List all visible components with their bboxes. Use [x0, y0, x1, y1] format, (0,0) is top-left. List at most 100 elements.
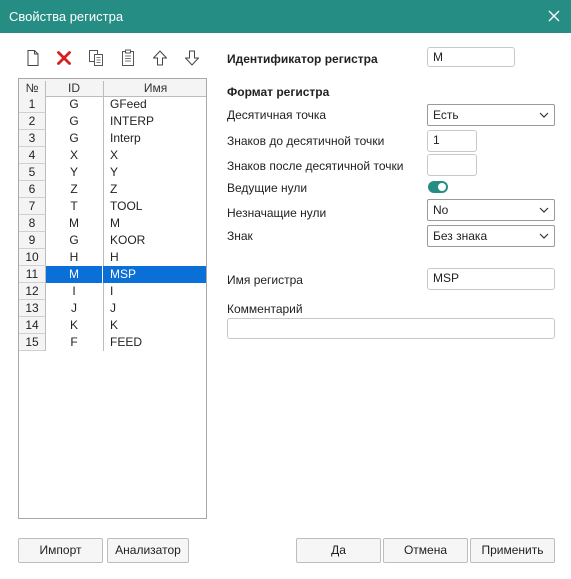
row-number: 2 — [19, 113, 46, 130]
row-number: 10 — [19, 249, 46, 266]
row-id: F — [70, 335, 78, 349]
row-number: 8 — [19, 215, 46, 232]
row-id: G — [69, 97, 79, 111]
row-name: J — [103, 300, 206, 317]
row-name: I — [103, 283, 206, 300]
column-header-id: ID — [68, 81, 80, 95]
table-row[interactable]: 10 H H — [19, 249, 206, 266]
row-name: TOOL — [103, 198, 206, 215]
row-number: 11 — [19, 266, 46, 283]
row-id: M — [46, 266, 102, 283]
row-number: 15 — [19, 334, 46, 351]
identifier-field[interactable]: M — [427, 47, 515, 67]
import-button[interactable]: Импорт — [18, 538, 103, 563]
register-table[interactable]: № ID Имя 1 G GFeed 2 G INTERP 3 G Interp 4 X X 5 Y Y 6 Z… — [18, 78, 207, 519]
leading-zeros-toggle[interactable] — [428, 181, 448, 193]
table-row[interactable]: 13 J J — [19, 300, 206, 317]
row-id: J — [71, 301, 77, 315]
format-heading: Формат регистра — [227, 85, 330, 99]
row-number: 12 — [19, 283, 46, 300]
chevron-down-icon — [539, 233, 549, 239]
table-row[interactable]: 12 I I — [19, 283, 206, 300]
register-name-field[interactable]: MSP — [427, 268, 555, 290]
row-name: H — [103, 249, 206, 266]
decimal-point-label: Десятичная точка — [227, 108, 327, 122]
row-number: 1 — [19, 96, 46, 113]
table-row[interactable]: 14 K K — [19, 317, 206, 334]
register-name-label: Имя регистра — [227, 273, 303, 287]
row-name: FEED — [103, 334, 206, 351]
row-name: Z — [103, 181, 206, 198]
row-id: G — [69, 233, 79, 247]
decimal-point-select[interactable]: Есть — [427, 104, 555, 126]
table-row[interactable]: 1 G GFeed — [19, 96, 206, 113]
row-name: X — [103, 147, 206, 164]
row-number: 14 — [19, 317, 46, 334]
row-name: Interp — [103, 130, 206, 147]
row-id: I — [72, 284, 76, 298]
column-header-name: Имя — [103, 81, 207, 96]
row-id: X — [69, 148, 78, 162]
comment-label: Комментарий — [227, 302, 303, 316]
row-id: H — [69, 250, 79, 264]
row-number: 13 — [19, 300, 46, 317]
digits-after-field[interactable] — [427, 154, 477, 176]
comment-field[interactable] — [227, 318, 555, 339]
table-row[interactable]: 9 G KOOR — [19, 232, 206, 249]
analyzer-button[interactable]: Анализатор — [107, 538, 189, 563]
table-row[interactable]: 7 T TOOL — [19, 198, 206, 215]
table-row[interactable]: 15 F FEED — [19, 334, 206, 351]
row-number: 6 — [19, 181, 46, 198]
new-document-icon[interactable] — [23, 48, 43, 68]
row-id: M — [69, 216, 79, 230]
ok-button[interactable]: Да — [296, 538, 381, 563]
row-number: 5 — [19, 164, 46, 181]
copy-icon[interactable] — [86, 48, 106, 68]
move-down-icon[interactable] — [182, 48, 202, 68]
cancel-button[interactable]: Отмена — [383, 538, 468, 563]
window-title: Свойства регистра — [9, 9, 124, 24]
row-number: 7 — [19, 198, 46, 215]
trailing-zeros-select[interactable]: No — [427, 199, 555, 221]
chevron-down-icon — [539, 112, 549, 118]
sign-select[interactable]: Без знака — [427, 225, 555, 247]
row-id: G — [69, 131, 79, 145]
sign-value: Без знака — [433, 229, 488, 243]
paste-icon[interactable] — [118, 48, 138, 68]
digits-before-field[interactable]: 1 — [427, 130, 477, 152]
row-number: 3 — [19, 130, 46, 147]
identifier-label: Идентификатор регистра — [227, 52, 378, 66]
trailing-zeros-label: Незначащие нули — [227, 206, 327, 220]
row-id: G — [69, 114, 79, 128]
chevron-down-icon — [539, 207, 549, 213]
row-name: MSP — [103, 266, 206, 283]
digits-before-label: Знаков до десятичной точки — [227, 134, 385, 148]
row-id: Y — [69, 165, 78, 179]
row-id: Z — [70, 182, 78, 196]
table-row[interactable]: 5 Y Y — [19, 164, 206, 181]
trailing-zeros-value: No — [433, 203, 449, 217]
row-name: GFeed — [103, 96, 206, 113]
table-rows: 1 G GFeed 2 G INTERP 3 G Interp 4 X X 5 Y Y 6 Z Z 7 T TOOL 8 M… — [19, 96, 206, 351]
close-icon[interactable] — [545, 7, 563, 25]
move-up-icon[interactable] — [150, 48, 170, 68]
row-name: M — [103, 215, 206, 232]
table-row[interactable]: 6 Z Z — [19, 181, 206, 198]
table-row[interactable]: 2 G INTERP — [19, 113, 206, 130]
title-bar: Свойства регистра — [0, 0, 571, 33]
table-row[interactable]: 11 M MSP — [19, 266, 206, 283]
apply-button[interactable]: Применить — [470, 538, 555, 563]
delete-icon[interactable] — [54, 48, 74, 68]
toggle-knob — [438, 183, 446, 191]
table-row[interactable]: 3 G Interp — [19, 130, 206, 147]
row-name: K — [103, 317, 206, 334]
row-name: INTERP — [103, 113, 206, 130]
row-number: 4 — [19, 147, 46, 164]
row-number: 9 — [19, 232, 46, 249]
table-row[interactable]: 8 M M — [19, 215, 206, 232]
row-name: KOOR — [103, 232, 206, 249]
row-id: T — [70, 199, 78, 213]
table-header: № ID Имя — [19, 79, 206, 97]
row-name: Y — [103, 164, 206, 181]
table-row[interactable]: 4 X X — [19, 147, 206, 164]
